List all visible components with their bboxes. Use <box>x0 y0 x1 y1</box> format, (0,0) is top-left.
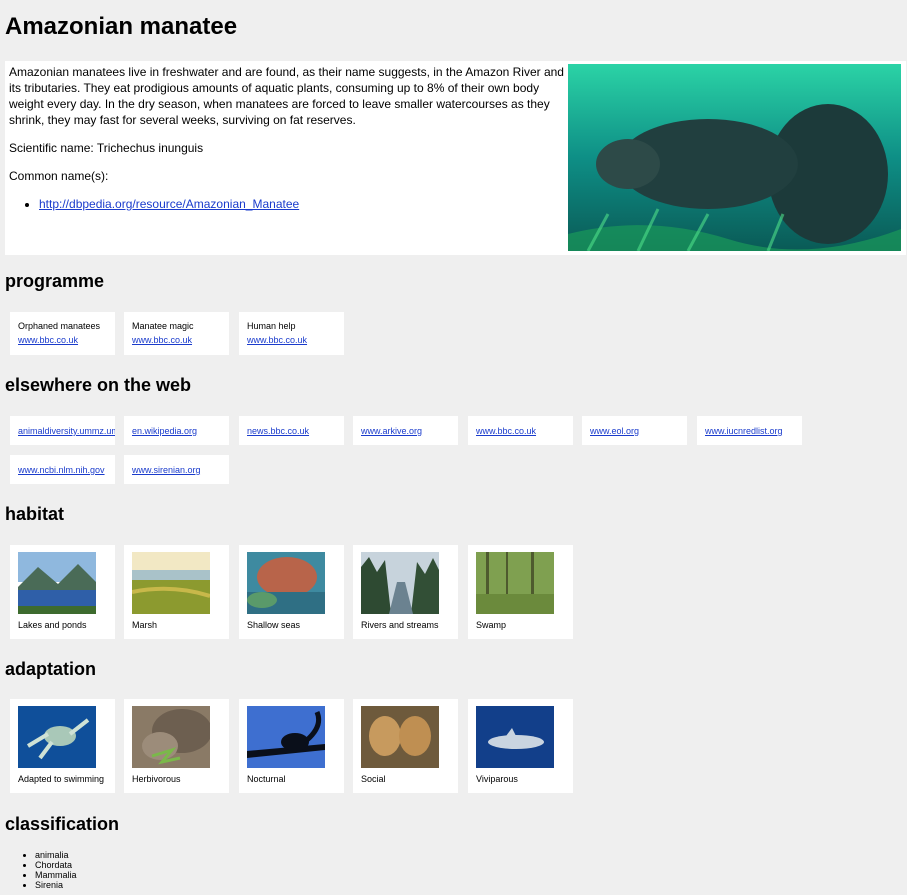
list-item: Mammalia <box>35 870 77 880</box>
list-item: http://dbpedia.org/resource/Amazonian_Ma… <box>39 196 567 212</box>
habitat-heading: habitat <box>5 504 65 524</box>
list-item: animalia <box>35 850 77 860</box>
intro-text: Amazonian manatees live in freshwater an… <box>9 64 567 212</box>
adaptation-label: Herbivorous <box>132 774 181 784</box>
adaptation-label: Adapted to swimming <box>18 774 105 784</box>
web-link-card[interactable]: www.bbc.co.uk <box>468 416 573 445</box>
web-link-card[interactable]: www.eol.org <box>582 416 687 445</box>
web-link-card[interactable]: en.wikipedia.org <box>124 416 229 445</box>
river-thumbnail <box>361 552 439 614</box>
programme-card-human-help[interactable]: Human help www.bbc.co.uk <box>239 312 344 355</box>
dolphin-thumbnail <box>476 706 554 768</box>
classification-heading: classification <box>5 814 120 834</box>
web-link[interactable]: www.eol.org <box>590 426 639 436</box>
habitat-label: Swamp <box>476 620 507 630</box>
programme-heading: programme <box>5 271 105 291</box>
lemur-silhouette-thumbnail <box>247 706 325 768</box>
web-link[interactable]: www.iucnredlist.org <box>705 426 783 436</box>
scientific-name: Scientific name: Trichechus inunguis <box>9 141 204 155</box>
web-link-card[interactable]: www.ncbi.nlm.nih.gov <box>10 455 115 484</box>
web-link[interactable]: en.wikipedia.org <box>132 426 197 436</box>
web-link[interactable]: www.bbc.co.uk <box>476 426 536 436</box>
web-link-card[interactable]: www.arkive.org <box>353 416 458 445</box>
adaptation-label: Social <box>361 774 386 784</box>
page-title: Amazonian manatee <box>5 13 238 40</box>
adaptation-card-viviparous[interactable]: Viviparous <box>468 699 573 793</box>
marsh-thumbnail <box>132 552 210 614</box>
web-link-card[interactable]: news.bbc.co.uk <box>239 416 344 445</box>
web-link[interactable]: www.sirenian.org <box>132 465 201 475</box>
web-link-card[interactable]: animaldiversity.ummz.umich.edu <box>10 416 115 445</box>
programme-link[interactable]: www.bbc.co.uk <box>132 335 192 345</box>
web-link-card[interactable]: www.iucnredlist.org <box>697 416 802 445</box>
web-link[interactable]: www.ncbi.nlm.nih.gov <box>18 465 105 475</box>
intro-panel: Amazonian manatees live in freshwater an… <box>5 61 906 255</box>
lions-thumbnail <box>361 706 439 768</box>
adaptation-card-nocturnal[interactable]: Nocturnal <box>239 699 344 793</box>
programme-card-manatee-magic[interactable]: Manatee magic www.bbc.co.uk <box>124 312 229 355</box>
list-item: Sirenia <box>35 880 77 890</box>
habitat-card-lakes-and-ponds[interactable]: Lakes and ponds <box>10 545 115 639</box>
manatee-photo <box>568 64 901 251</box>
programme-card-orphaned-manatees[interactable]: Orphaned manatees www.bbc.co.uk <box>10 312 115 355</box>
shallow-seas-thumbnail <box>247 552 325 614</box>
adaptation-card-herbivorous[interactable]: Herbivorous <box>124 699 229 793</box>
adaptation-card-adapted-to-swimming[interactable]: Adapted to swimming <box>10 699 115 793</box>
lake-thumbnail <box>18 552 96 614</box>
habitat-label: Lakes and ponds <box>18 620 87 630</box>
adaptation-label: Nocturnal <box>247 774 286 784</box>
web-heading: elsewhere on the web <box>5 375 192 395</box>
habitat-label: Rivers and streams <box>361 620 439 630</box>
tortoise-thumbnail <box>132 706 210 768</box>
common-name-link[interactable]: http://dbpedia.org/resource/Amazonian_Ma… <box>39 197 299 211</box>
habitat-card-shallow-seas[interactable]: Shallow seas <box>239 545 344 639</box>
programme-link[interactable]: www.bbc.co.uk <box>18 335 78 345</box>
programme-link[interactable]: www.bbc.co.uk <box>247 335 307 345</box>
programme-title: Orphaned manatees <box>18 321 101 331</box>
list-item: Chordata <box>35 860 77 870</box>
swamp-thumbnail <box>476 552 554 614</box>
common-names-label: Common name(s): <box>9 169 109 183</box>
classification-list: animalia Chordata Mammalia Sirenia <box>5 850 77 890</box>
habitat-card-marsh[interactable]: Marsh <box>124 545 229 639</box>
sea-turtle-thumbnail <box>18 706 96 768</box>
description: Amazonian manatees live in freshwater an… <box>9 65 564 127</box>
programme-title: Manatee magic <box>132 321 194 331</box>
habitat-card-swamp[interactable]: Swamp <box>468 545 573 639</box>
adaptation-label: Viviparous <box>476 774 518 784</box>
common-names-list: http://dbpedia.org/resource/Amazonian_Ma… <box>9 196 567 212</box>
web-link-card[interactable]: www.sirenian.org <box>124 455 229 484</box>
adaptation-card-social[interactable]: Social <box>353 699 458 793</box>
web-link[interactable]: news.bbc.co.uk <box>247 426 309 436</box>
programme-title: Human help <box>247 321 296 331</box>
adaptation-heading: adaptation <box>5 659 97 679</box>
habitat-card-rivers-and-streams[interactable]: Rivers and streams <box>353 545 458 639</box>
habitat-label: Shallow seas <box>247 620 301 630</box>
web-link[interactable]: www.arkive.org <box>361 426 422 436</box>
habitat-label: Marsh <box>132 620 158 630</box>
web-link[interactable]: animaldiversity.ummz.umich.edu <box>18 426 115 436</box>
